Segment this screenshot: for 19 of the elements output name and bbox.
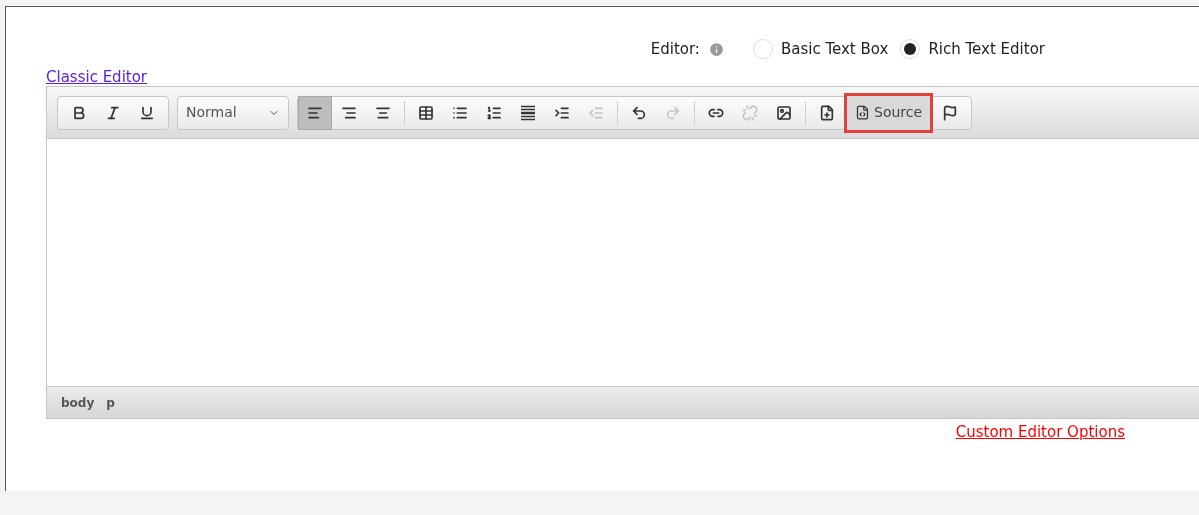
template-icon [819, 104, 835, 121]
custom-editor-options-link[interactable]: Custom Editor Options [955, 421, 1125, 444]
underline-icon [139, 104, 155, 121]
element-path-item[interactable]: body [61, 393, 95, 412]
align-left-button[interactable] [298, 95, 332, 130]
radio-label[interactable]: Basic Text Box [780, 37, 889, 61]
bold-icon [71, 104, 87, 121]
italic-icon [105, 104, 121, 121]
info-icon [707, 40, 725, 58]
source-button[interactable]: Source [844, 92, 934, 133]
code-file-icon [855, 105, 870, 120]
radio-button[interactable] [752, 39, 773, 59]
flag-icon [942, 104, 959, 121]
element-path-item[interactable]: p [106, 393, 115, 412]
radio-button[interactable] [900, 39, 921, 59]
editor-label: Editor: [650, 38, 700, 60]
format-dropdown[interactable]: Normal [177, 95, 289, 130]
radio-label[interactable]: Rich Text Editor [928, 37, 1045, 61]
classic-editor-link[interactable]: Classic Editor [46, 68, 148, 86]
